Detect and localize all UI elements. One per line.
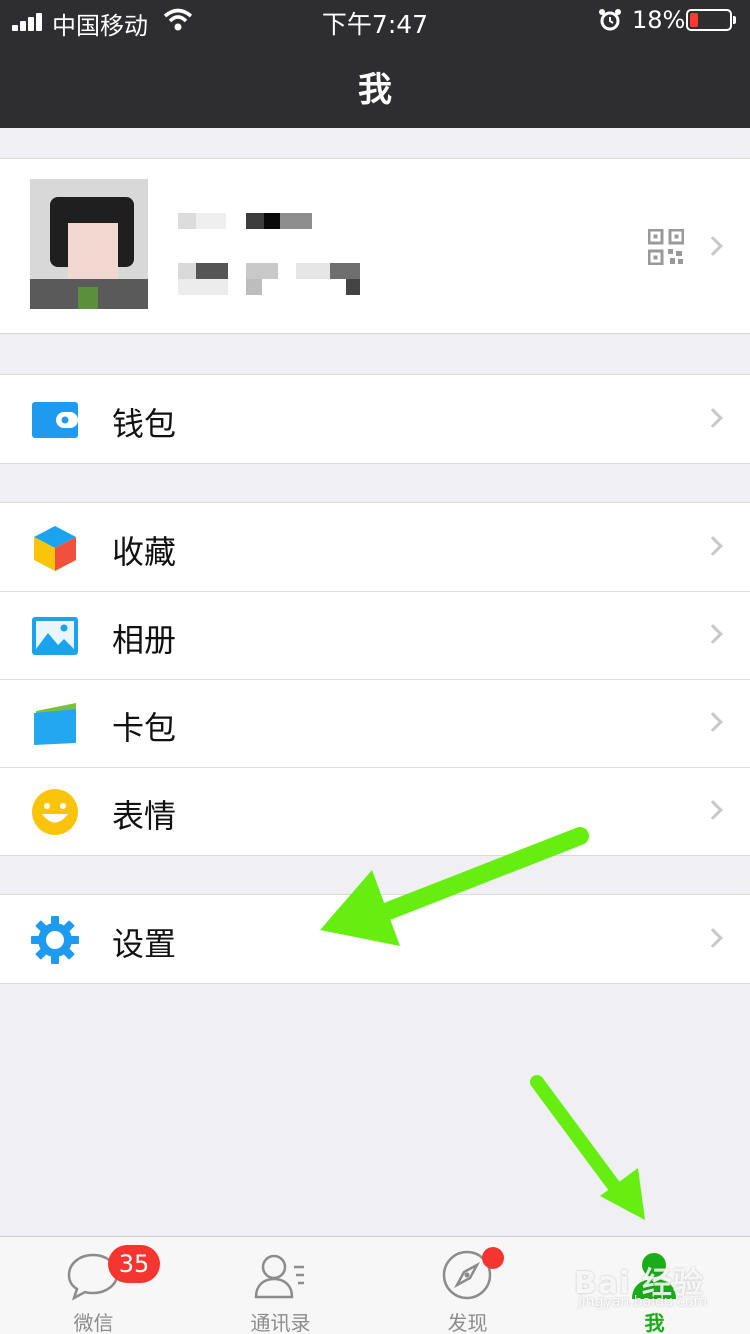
tab-label: 发现: [447, 1311, 488, 1334]
annotation-arrows: [320, 827, 645, 1220]
tab-chats[interactable]: 35 微信: [0, 1237, 187, 1334]
contacts-icon: [254, 1254, 304, 1299]
tab-label: 微信: [73, 1311, 114, 1334]
new-moments-dot: [482, 1247, 504, 1269]
unread-badge: 35: [108, 1245, 160, 1283]
annotation-arrow-me-tab: [530, 1075, 645, 1220]
annotation-arrow-settings: [320, 827, 589, 946]
tab-label: 通讯录: [250, 1311, 311, 1334]
tab-contacts[interactable]: 通讯录: [187, 1237, 374, 1334]
tab-label: 我: [644, 1311, 665, 1334]
baidu-watermark-url: jingyan.baidu.com: [578, 1294, 708, 1310]
tab-discover[interactable]: 发现: [374, 1237, 561, 1334]
